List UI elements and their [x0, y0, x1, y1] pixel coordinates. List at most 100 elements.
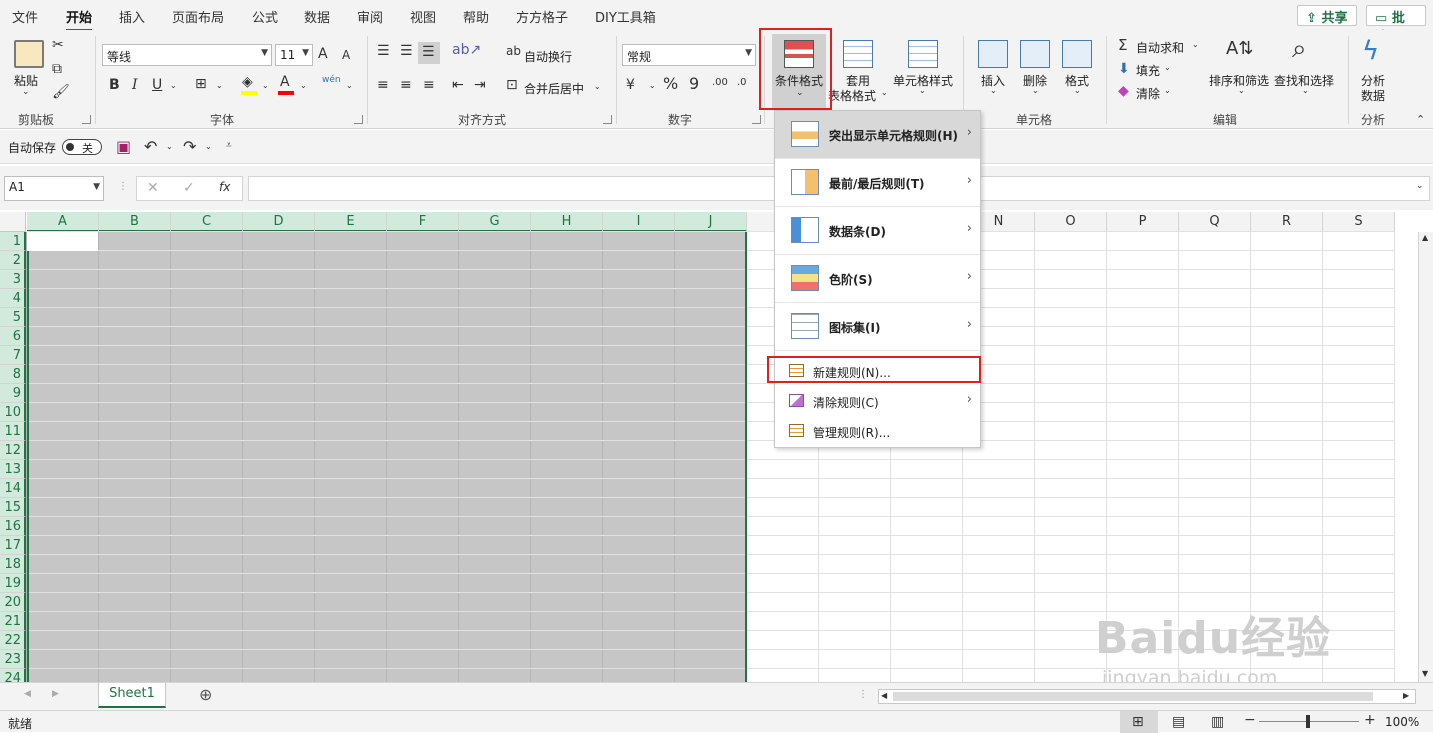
alignment-launcher-icon[interactable]	[603, 115, 612, 124]
normal-view-button[interactable]: ⊞	[1120, 711, 1158, 733]
tab-fangfang[interactable]: 方方格子	[516, 7, 568, 26]
row-header-3[interactable]: 3	[0, 270, 26, 289]
cancel-icon[interactable]: ✕	[147, 181, 159, 195]
column-header-b[interactable]: B	[99, 212, 171, 232]
row-header-20[interactable]: 20	[0, 593, 26, 612]
menu-item-manage-rules[interactable]: 管理规则(R)...	[775, 416, 980, 446]
percent-button[interactable]: %	[663, 76, 678, 92]
tab-help[interactable]: 帮助	[463, 7, 489, 26]
column-header-f[interactable]: F	[387, 212, 459, 232]
chevron-down-icon[interactable]: ⌄	[262, 82, 269, 90]
wrap-text-icon[interactable]: ab	[506, 45, 521, 57]
horizontal-scrollbar[interactable]: ◀ ▶	[878, 689, 1416, 704]
column-header-h[interactable]: H	[531, 212, 603, 232]
column-header-o[interactable]: O	[1035, 212, 1107, 232]
chevron-down-icon[interactable]: ⌄	[649, 82, 656, 90]
paste-icon[interactable]	[14, 40, 44, 68]
insert-cells-icon[interactable]	[978, 40, 1008, 68]
scroll-right-icon[interactable]: ▶	[1403, 692, 1409, 700]
row-header-9[interactable]: 9	[0, 384, 26, 403]
align-bottom-button[interactable]: ☰	[418, 42, 440, 64]
align-center-icon[interactable]: ≡	[400, 78, 412, 92]
chevron-down-icon[interactable]: ⌄	[919, 87, 926, 95]
fill-color-icon[interactable]: ◈	[242, 75, 253, 89]
border-icon[interactable]: ⊞	[195, 77, 207, 91]
chevron-down-icon[interactable]: ⌄	[170, 82, 177, 90]
name-box[interactable]: A1 ▼	[4, 176, 104, 201]
chevron-down-icon[interactable]: ⌄	[1164, 64, 1171, 72]
row-header-14[interactable]: 14	[0, 479, 26, 498]
zoom-slider-thumb[interactable]	[1306, 715, 1310, 728]
row-header-17[interactable]: 17	[0, 536, 26, 555]
comma-button[interactable]: 9	[689, 76, 699, 92]
merge-center-icon[interactable]: ⊡	[506, 78, 518, 92]
prev-sheet-icon[interactable]: ◀	[24, 690, 31, 699]
chevron-down-icon[interactable]: ⌄	[300, 82, 307, 90]
tab-home[interactable]: 开始	[66, 7, 93, 32]
expand-formula-icon[interactable]: ⌄	[1416, 182, 1424, 191]
align-right-icon[interactable]: ≡	[423, 78, 435, 92]
redo-icon[interactable]: ↷	[183, 139, 196, 155]
scroll-down-icon[interactable]: ▼	[1422, 670, 1428, 678]
tab-diy[interactable]: DIY工具箱	[595, 7, 656, 26]
chevron-down-icon[interactable]: ⌄	[1032, 87, 1039, 95]
increase-indent-icon[interactable]: ⇥	[474, 78, 486, 92]
row-header-6[interactable]: 6	[0, 327, 26, 346]
row-header-13[interactable]: 13	[0, 460, 26, 479]
chevron-down-icon[interactable]: ⌄	[1164, 87, 1171, 95]
confirm-icon[interactable]: ✓	[183, 181, 195, 195]
active-cell[interactable]	[27, 232, 98, 251]
menu-item-clear-rules[interactable]: 清除规则(C) ›	[775, 386, 980, 416]
zoom-level[interactable]: 100%	[1385, 715, 1419, 729]
column-header-s[interactable]: S	[1323, 212, 1395, 232]
menu-item-highlight-rules[interactable]: 突出显示单元格规则(H) ›	[775, 111, 980, 159]
row-header-5[interactable]: 5	[0, 308, 26, 327]
row-header-12[interactable]: 12	[0, 441, 26, 460]
font-shrink-icon[interactable]: A	[342, 49, 350, 61]
chevron-down-icon[interactable]: ⌄	[1238, 87, 1245, 95]
row-header-16[interactable]: 16	[0, 517, 26, 536]
autosum-button[interactable]: 自动求和	[1136, 39, 1184, 56]
menu-item-icon-sets[interactable]: 图标集(I) ›	[775, 303, 980, 351]
column-header-e[interactable]: E	[315, 212, 387, 232]
row-header-19[interactable]: 19	[0, 574, 26, 593]
clear-icon[interactable]: ◆	[1118, 84, 1129, 98]
chevron-down-icon[interactable]: ⌄	[881, 89, 888, 97]
row-header-10[interactable]: 10	[0, 403, 26, 422]
sort-filter-icon[interactable]: A⇅	[1226, 40, 1253, 58]
increase-decimal-icon[interactable]: .00	[712, 78, 728, 88]
add-sheet-icon[interactable]: ⊕	[199, 687, 212, 703]
phonetic-icon[interactable]: wén	[322, 76, 341, 85]
align-left-icon[interactable]: ≡	[377, 78, 389, 92]
page-layout-view-icon[interactable]: ▤	[1172, 715, 1185, 729]
tab-file[interactable]: 文件	[12, 7, 38, 26]
align-top-icon[interactable]: ☰	[377, 44, 390, 58]
orientation-icon[interactable]: ab↗	[452, 43, 481, 57]
find-select-icon[interactable]: ⌕	[1292, 36, 1307, 62]
chevron-down-icon[interactable]: ⌄	[990, 87, 997, 95]
cell-style-icon[interactable]	[908, 40, 938, 68]
column-header-p[interactable]: P	[1107, 212, 1179, 232]
zoom-out-icon[interactable]: −	[1244, 713, 1256, 727]
worksheet-grid[interactable]: ABCDEFGHIJKLMNOPQRS 12345678910111213141…	[0, 212, 1433, 682]
row-header-21[interactable]: 21	[0, 612, 26, 631]
analyze-data-icon[interactable]: ϟ	[1362, 38, 1379, 64]
format-as-table-icon[interactable]	[843, 40, 873, 68]
menu-item-color-scales[interactable]: 色阶(S) ›	[775, 255, 980, 303]
column-header-g[interactable]: G	[459, 212, 531, 232]
number-format-combo[interactable]: 常规 ▼	[622, 44, 756, 66]
scroll-thumb[interactable]	[893, 692, 1373, 701]
currency-icon[interactable]: ¥	[626, 78, 635, 92]
save-icon[interactable]: ▣	[116, 139, 131, 155]
row-header-23[interactable]: 23	[0, 650, 26, 669]
italic-button[interactable]: I	[132, 78, 138, 92]
column-header-c[interactable]: C	[171, 212, 243, 232]
select-all-corner[interactable]	[0, 212, 26, 232]
customize-qat-icon[interactable]: ⩡	[226, 141, 232, 151]
tab-insert[interactable]: 插入	[119, 7, 145, 26]
tab-view[interactable]: 视图	[410, 7, 436, 26]
decrease-indent-icon[interactable]: ⇤	[452, 78, 464, 92]
chevron-down-icon[interactable]: ⌄	[1192, 41, 1199, 49]
column-header-d[interactable]: D	[243, 212, 315, 232]
format-painter-icon[interactable]: 🖌	[52, 85, 70, 99]
